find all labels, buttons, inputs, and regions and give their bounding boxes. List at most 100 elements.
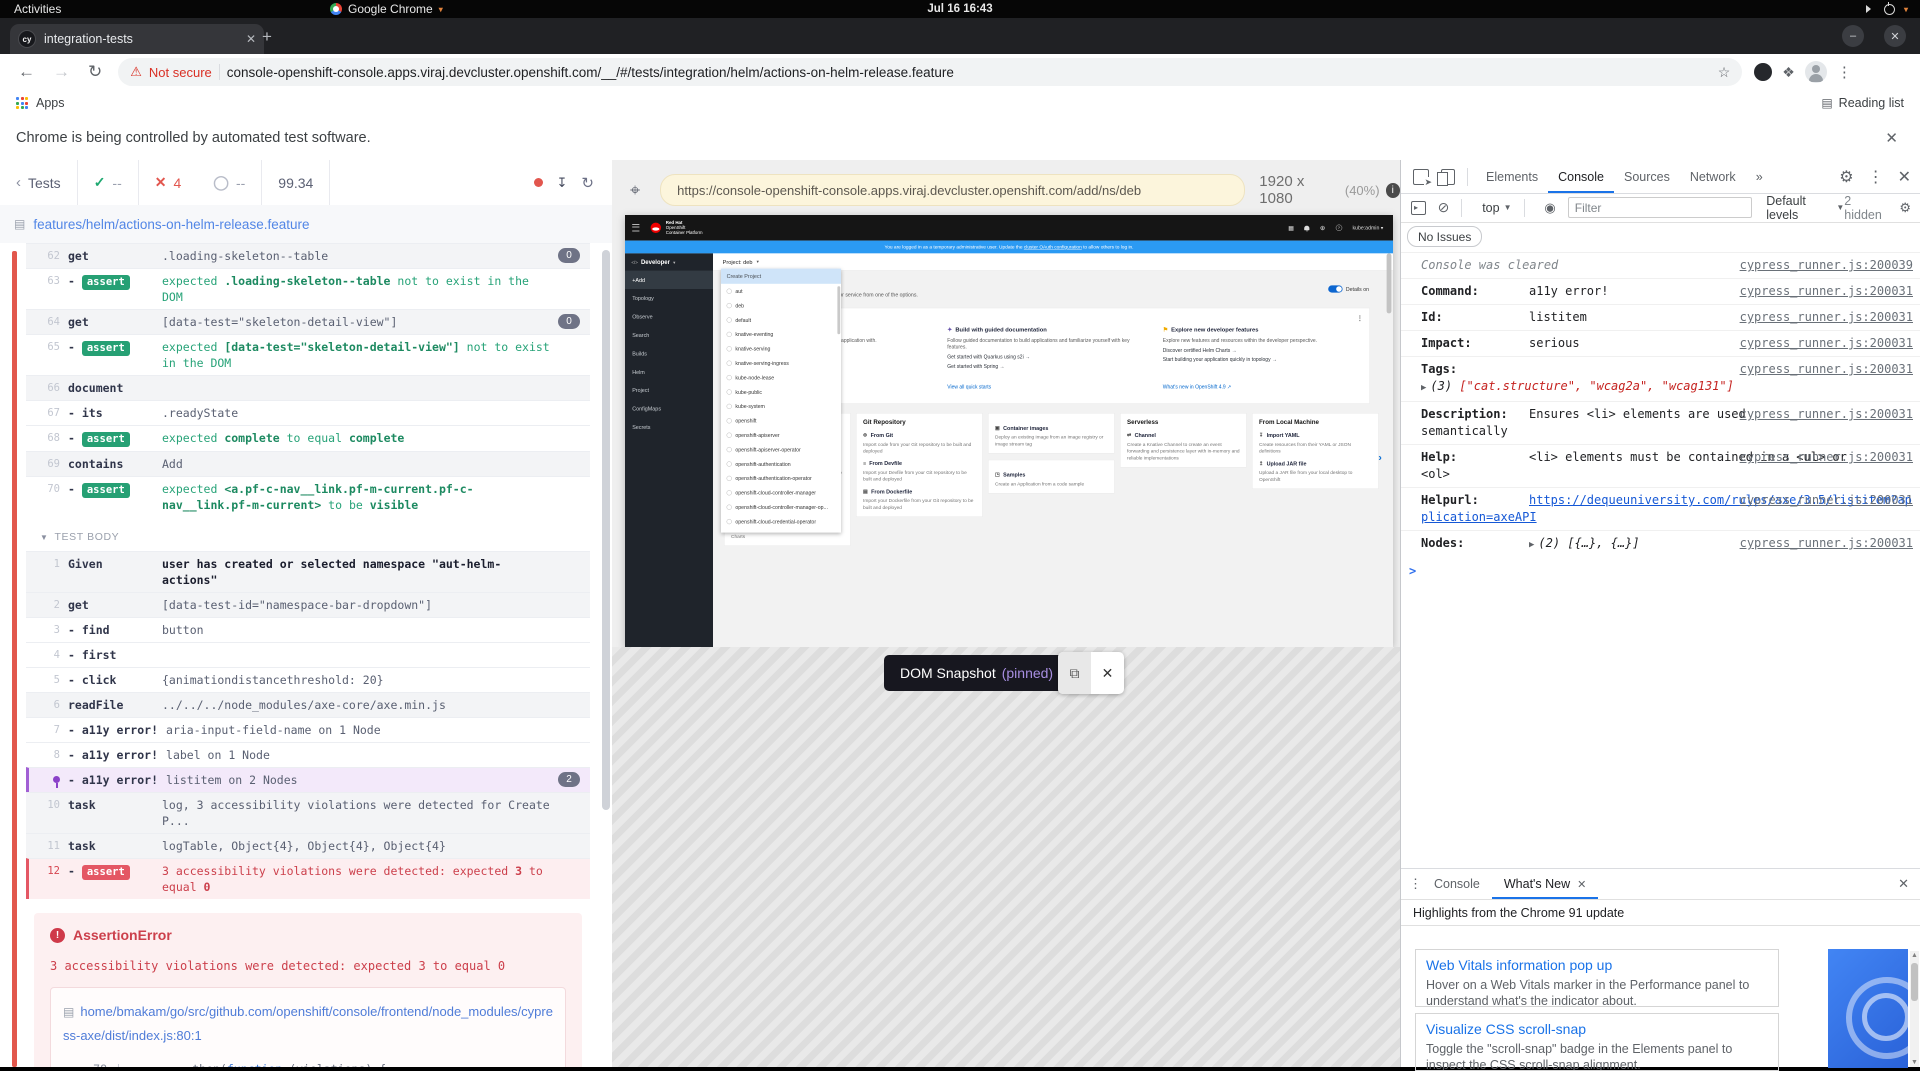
source-link[interactable]: cypress_runner.js:200031 bbox=[1740, 492, 1913, 509]
menu-icon[interactable] bbox=[632, 224, 639, 231]
project-option[interactable]: kube-node-lease bbox=[721, 370, 841, 384]
project-option[interactable]: default bbox=[721, 313, 841, 327]
source-link[interactable]: cypress_runner.js:200031 bbox=[1740, 335, 1913, 352]
sidebar-item-search[interactable]: Search bbox=[625, 326, 713, 344]
toggle-switch[interactable] bbox=[1328, 285, 1342, 292]
log-row[interactable]: 4- first bbox=[26, 642, 590, 667]
sidebar-item-builds[interactable]: Builds bbox=[625, 344, 713, 362]
user-menu[interactable]: kube:admin ▾ bbox=[1352, 225, 1383, 231]
card-item[interactable]: ◳SamplesCreate an Application from a cod… bbox=[995, 471, 1108, 487]
console-sidebar-icon[interactable] bbox=[1411, 201, 1426, 215]
whats-new-card-title[interactable]: Visualize CSS scroll-snap bbox=[1426, 1021, 1768, 1037]
autoscroll-dot-icon[interactable] bbox=[534, 178, 543, 187]
drawer-close-icon[interactable]: ✕ bbox=[1898, 876, 1909, 892]
oauth-config-link[interactable]: cluster OAuth configuration bbox=[1024, 244, 1082, 250]
add-option-card[interactable]: Git Repository⊚From GitImport code from … bbox=[856, 413, 982, 517]
drawer-tab-whats-new[interactable]: What's New✕ bbox=[1492, 869, 1599, 899]
clock[interactable]: Jul 16 16:43 bbox=[0, 3, 1920, 15]
log-row[interactable]: 65- assertexpected [data-test="skeleton-… bbox=[26, 334, 590, 375]
device-toolbar-icon[interactable] bbox=[1441, 169, 1455, 185]
scroll-up-icon[interactable]: ▲ bbox=[1910, 952, 1919, 959]
card-item[interactable]: ↥Upload JAR fileUpload a JAR file from y… bbox=[1259, 460, 1372, 483]
bookmark-star-icon[interactable]: ☆ bbox=[1718, 64, 1731, 81]
log-row[interactable]: 64get[data-test="skeleton-detail-view"]0 bbox=[26, 309, 590, 334]
issues-button[interactable]: No Issues bbox=[1407, 226, 1482, 247]
log-row[interactable]: 67- its.readyState bbox=[26, 400, 590, 425]
add-option-card[interactable]: ▣Container imagesDeploy an existing imag… bbox=[988, 413, 1114, 453]
project-option[interactable]: deb bbox=[721, 298, 841, 312]
log-row[interactable]: 63- assertexpected .loading-skeleton--ta… bbox=[26, 268, 590, 309]
devtools-settings-icon[interactable]: ⚙ bbox=[1839, 167, 1853, 187]
notifications-bell-icon[interactable] bbox=[1304, 226, 1309, 230]
devtools-tab-elements[interactable]: Elements bbox=[1476, 160, 1548, 193]
whats-new-card-title[interactable]: Web Vitals information pop up bbox=[1426, 957, 1768, 973]
log-row[interactable]: 66document bbox=[26, 375, 590, 400]
project-option[interactable]: knative-serving-ingress bbox=[721, 356, 841, 370]
apps-bookmark[interactable]: Apps bbox=[36, 96, 65, 110]
card-item[interactable]: ≡From DevfileImport your Devfile from yo… bbox=[863, 460, 976, 482]
card-item[interactable]: ▤From DockerfileImport your Dockerfile f… bbox=[863, 488, 976, 511]
selector-playground-icon[interactable]: ⌖ bbox=[630, 180, 640, 201]
source-link[interactable]: cypress_runner.js:200031 bbox=[1740, 309, 1913, 326]
log-row[interactable]: 3- findbutton bbox=[26, 617, 590, 642]
sidebar-item-project[interactable]: Project bbox=[625, 381, 713, 399]
project-option[interactable]: openshift-cloud-credential-operator bbox=[721, 514, 841, 528]
expand-icon[interactable]: ▶ bbox=[1529, 540, 1534, 550]
add-option-card[interactable]: Serverless⇄ChannelCreate a Knative Chann… bbox=[1120, 413, 1246, 467]
browser-tab[interactable]: cy integration-tests ✕ bbox=[10, 24, 264, 54]
url-text[interactable]: console-openshift-console.apps.viraj.dev… bbox=[227, 65, 1711, 80]
project-option[interactable]: kube-public bbox=[721, 385, 841, 399]
back-button[interactable]: ← bbox=[18, 62, 35, 82]
project-option[interactable]: openshift-authentication bbox=[721, 457, 841, 471]
log-row[interactable]: 69containsAdd bbox=[26, 451, 590, 476]
console-filter-input[interactable]: Filter bbox=[1568, 197, 1753, 218]
card-item[interactable]: ↧Import YAMLCreate resources from their … bbox=[1259, 432, 1372, 455]
back-to-tests-button[interactable]: ‹ Tests bbox=[0, 160, 78, 205]
log-row[interactable]: 8- a11y error!label on 1 Node bbox=[26, 742, 590, 767]
more-tabs-button[interactable]: » bbox=[1746, 160, 1773, 193]
live-expression-eye-icon[interactable]: ◉ bbox=[1544, 200, 1555, 216]
context-selector[interactable]: top ▼ bbox=[1482, 201, 1511, 215]
sidebar-item-helm[interactable]: Helm bbox=[625, 363, 713, 381]
project-option[interactable]: kube-system bbox=[721, 399, 841, 413]
import-plus-icon[interactable]: ⊕ bbox=[1320, 224, 1325, 232]
log-levels-dropdown[interactable]: Default levels ▼ bbox=[1766, 194, 1844, 222]
add-option-card[interactable]: From Local Machine↧Import YAMLCreate res… bbox=[1252, 413, 1378, 489]
scroll-thumb[interactable] bbox=[1911, 963, 1918, 1001]
log-row[interactable]: 12- assert3 accessibility violations wer… bbox=[26, 858, 590, 899]
log-row[interactable]: 1Givenuser has created or selected names… bbox=[26, 551, 590, 592]
help-icon[interactable]: ? bbox=[1336, 225, 1342, 231]
window-minimize-button[interactable]: – bbox=[1842, 25, 1864, 47]
address-bar[interactable]: ⚠ Not secure console-openshift-console.a… bbox=[118, 58, 1742, 86]
tab-close-icon[interactable]: ✕ bbox=[246, 32, 256, 46]
create-project-option[interactable]: Create Project bbox=[721, 269, 841, 284]
whats-new-card[interactable]: Web Vitals information pop upHover on a … bbox=[1415, 949, 1779, 1007]
drawer-menu-icon[interactable]: ⋮ bbox=[1409, 876, 1422, 892]
source-link[interactable]: cypress_runner.js:200031 bbox=[1740, 283, 1913, 300]
getting-started-link[interactable]: Start building your application quickly … bbox=[1163, 357, 1362, 363]
forward-button[interactable]: → bbox=[53, 62, 70, 82]
log-row[interactable]: - a11y error!listitem on 2 Nodes2 bbox=[26, 767, 590, 792]
infobar-close-icon[interactable]: ✕ bbox=[1885, 129, 1898, 147]
project-option[interactable]: openshift-cloud-controller-manager-op... bbox=[721, 500, 841, 514]
inspect-element-icon[interactable] bbox=[1413, 169, 1429, 185]
security-label[interactable]: Not secure bbox=[149, 65, 212, 80]
clear-console-icon[interactable]: ⊘ bbox=[1438, 199, 1450, 216]
project-option[interactable]: openshift-apiserver bbox=[721, 428, 841, 442]
reload-button[interactable]: ↻ bbox=[88, 62, 102, 82]
source-link[interactable]: cypress_runner.js:200031 bbox=[1740, 406, 1913, 423]
sidebar-item-observe[interactable]: Observe bbox=[625, 307, 713, 325]
card-item[interactable]: ⇄ChannelCreate a Knative Channel to crea… bbox=[1127, 432, 1240, 462]
project-option[interactable]: openshift-authentication-operator bbox=[721, 471, 841, 485]
log-row[interactable]: 70- assertexpected <a.pf-c-nav__link.pf-… bbox=[26, 476, 590, 517]
devtools-menu-icon[interactable]: ⋮ bbox=[1868, 167, 1884, 187]
sidebar-item-configmaps[interactable]: ConfigMaps bbox=[625, 399, 713, 417]
project-option[interactable]: openshift-cloud-controller-manager bbox=[721, 485, 841, 499]
drawer-tab-console[interactable]: Console bbox=[1422, 869, 1492, 899]
add-option-card[interactable]: ◳SamplesCreate an Application from a cod… bbox=[988, 460, 1114, 494]
viewport-info-icon[interactable]: i bbox=[1386, 183, 1400, 198]
console-scrollbar[interactable] bbox=[1387, 253, 1392, 313]
app-launcher-icon[interactable]: ▦ bbox=[1288, 224, 1294, 231]
reporter-scrollbar[interactable] bbox=[602, 250, 610, 810]
window-close-button[interactable]: ✕ bbox=[1884, 25, 1906, 47]
